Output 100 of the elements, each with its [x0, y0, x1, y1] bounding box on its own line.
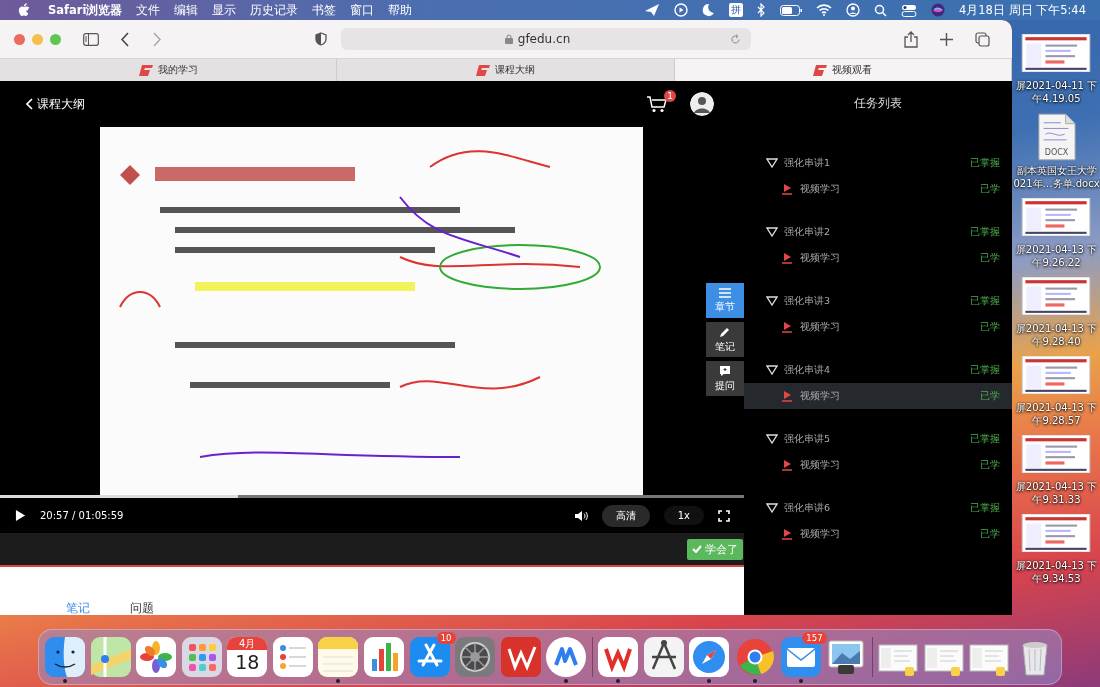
grid-icon[interactable] [181, 637, 222, 677]
menu-item[interactable]: 帮助 [388, 2, 413, 18]
side-button[interactable]: 提问 [706, 361, 744, 396]
notepad-icon[interactable] [318, 637, 359, 677]
count-badge: 1 [664, 90, 676, 102]
sidebar-icon[interactable] [83, 32, 99, 46]
volume-icon[interactable] [573, 509, 588, 522]
shield-icon[interactable] [314, 32, 327, 46]
browser-tab[interactable]: 视频观看 [674, 59, 1012, 81]
tabs-overview-icon[interactable] [975, 31, 990, 47]
map-icon[interactable] [90, 637, 131, 677]
pen-stroke-icon[interactable] [500, 637, 541, 677]
progress-bar[interactable] [0, 495, 744, 498]
clock[interactable]: 4月18日 周日 下午5:44 [958, 2, 1086, 18]
photo-viewer-icon[interactable] [826, 637, 867, 677]
speed-button[interactable]: 1x [663, 506, 704, 525]
input-method-indicator[interactable]: 拼 [728, 3, 743, 17]
file-name[interactable]: 屏2021-04-11 下 午4.19.05 [1015, 79, 1098, 105]
video-icon [781, 459, 793, 471]
video-icon [781, 183, 793, 195]
bluetooth-icon[interactable] [756, 3, 766, 17]
address-bar[interactable]: gfedu.cn [340, 28, 751, 50]
count-badge: 157 [802, 632, 827, 644]
calendar-icon[interactable]: 4月 18 [227, 637, 268, 677]
apple-icon[interactable] [18, 3, 30, 17]
share-icon[interactable] [904, 30, 918, 48]
menu-item[interactable]: 文件 [136, 2, 161, 18]
menu-item[interactable]: 书签 [312, 2, 337, 18]
task-item[interactable]: 视频学习 已学 [744, 383, 1012, 409]
count-badge: 10 [436, 632, 456, 644]
video-icon [781, 390, 793, 402]
plus-icon[interactable] [940, 32, 953, 46]
section-header[interactable]: 强化串讲6 已掌握 [744, 495, 1012, 521]
bar-chart-icon[interactable] [363, 637, 404, 677]
tab[interactable]: 问题 [130, 601, 154, 615]
task-item[interactable]: 视频学习 已学 [744, 521, 1012, 547]
tab[interactable]: 笔记 [66, 601, 90, 615]
side-button[interactable]: 笔记 [706, 322, 744, 357]
compass-icon[interactable] [689, 637, 730, 677]
close-button[interactable] [14, 33, 25, 45]
section-header[interactable]: 强化串讲1 已掌握 [744, 150, 1012, 176]
section-header[interactable]: 强化串讲4 已掌握 [744, 357, 1012, 383]
file-name[interactable]: 副本英国女王大学 021年…务单.docx [1013, 164, 1100, 190]
task-item[interactable]: 视频学习 已学 [744, 314, 1012, 340]
triangle-icon [766, 365, 778, 375]
back-link[interactable]: 课程大纲 [26, 95, 85, 113]
user-icon[interactable] [845, 3, 860, 17]
task-item[interactable]: 视频学习 已学 [744, 452, 1012, 478]
section-header[interactable]: 强化串讲3 已掌握 [744, 288, 1012, 314]
chevron-left-icon [26, 98, 33, 110]
triangle-icon [766, 296, 778, 306]
fullscreen-icon[interactable] [718, 509, 730, 522]
triangle-icon [766, 158, 778, 168]
battery-icon[interactable] [779, 4, 802, 16]
triangle-icon [766, 227, 778, 237]
drops-icon[interactable] [546, 637, 587, 677]
cart-icon[interactable] [646, 95, 668, 113]
send-icon[interactable] [643, 3, 660, 17]
flower-icon[interactable] [136, 637, 177, 677]
settings-icon[interactable] [455, 637, 496, 677]
menu-item[interactable]: 窗口 [350, 2, 375, 18]
logo-icon [138, 64, 153, 76]
triangle-icon [766, 434, 778, 444]
avatar[interactable] [690, 92, 714, 116]
wifi-icon[interactable] [815, 4, 832, 16]
toggles-icon[interactable] [900, 3, 917, 17]
checklist-icon[interactable] [272, 637, 313, 677]
back-icon[interactable] [121, 31, 130, 47]
file-name[interactable]: 屏2021-04-13 下 午9.34.53 [1015, 559, 1098, 585]
menu-item[interactable]: 编辑 [174, 2, 199, 18]
document-icon[interactable]: DOCX [1037, 113, 1076, 161]
panel-title: 任务列表 [853, 95, 903, 112]
section-header[interactable]: 强化串讲2 已掌握 [744, 219, 1012, 245]
orb-icon[interactable] [930, 3, 945, 17]
menu-item[interactable]: 历史记录 [250, 2, 299, 18]
w-logo-icon[interactable] [598, 637, 639, 677]
caliper-icon[interactable] [643, 637, 684, 677]
pencil-icon [719, 325, 731, 338]
menu-item[interactable]: 显示 [212, 2, 237, 18]
face-icon[interactable] [45, 637, 85, 677]
video-icon [781, 528, 793, 540]
task-item[interactable]: 视频学习 已学 [744, 245, 1012, 271]
playback-time: 20:57 / 01:05:59 [40, 510, 124, 521]
play-icon[interactable] [15, 509, 26, 522]
speech-bubble-icon [719, 364, 731, 377]
search-icon[interactable] [873, 3, 887, 17]
check-icon [692, 545, 702, 553]
video-icon [781, 321, 793, 333]
file-name[interactable]: 屏2021-04-13 下 午9.31.33 [1015, 480, 1098, 506]
moon-icon[interactable] [701, 3, 715, 17]
task-item[interactable]: 视频学习 已学 [744, 176, 1012, 202]
logo-icon [813, 64, 828, 76]
menu-icon [719, 287, 731, 298]
browser-logo-icon[interactable] [735, 637, 775, 677]
section-header[interactable]: 强化串讲5 已掌握 [744, 426, 1012, 452]
menu-item[interactable]: Safari浏览器 [48, 2, 123, 18]
triangle-icon [766, 503, 778, 513]
video-icon [781, 252, 793, 264]
logo-icon [476, 64, 490, 76]
quality-button[interactable]: 高清 [601, 504, 650, 527]
